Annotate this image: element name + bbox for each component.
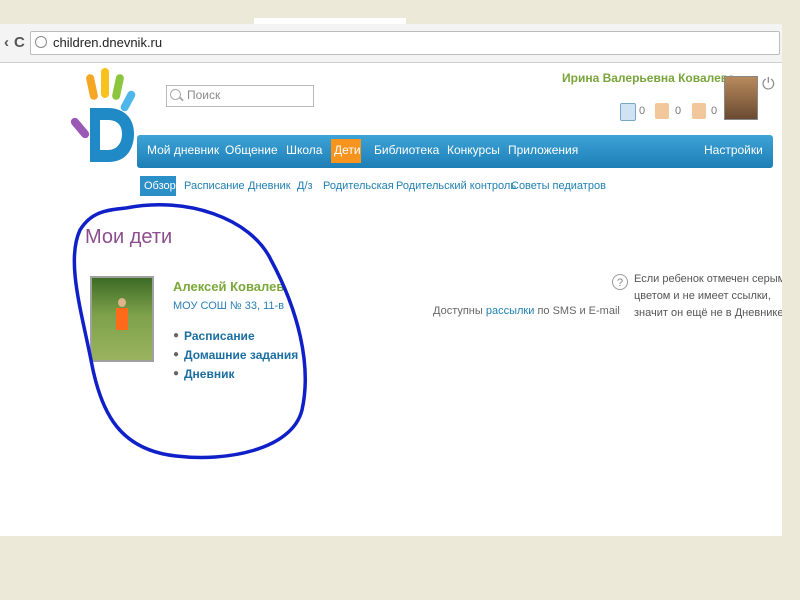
help-text-line-2: цветом и не имеет ссылки, — [634, 290, 771, 302]
subnav-item-pediatric-advice[interactable]: Советы педиатров — [511, 180, 606, 192]
person-counter: 0 — [675, 105, 682, 117]
sms-note: Доступны рассылки по SMS и E-mail — [433, 305, 620, 317]
nav-item-my-diary[interactable]: Мой дневник — [147, 143, 219, 157]
help-text-line-1: Если ребенок отмечен серым — [634, 273, 782, 285]
main-nav: Мой дневник Общение Школа Дети Библиотек… — [137, 135, 773, 168]
sms-note-prefix: Доступны — [433, 305, 483, 317]
avatar[interactable] — [724, 76, 758, 120]
user-name-link[interactable]: Ирина Валерьевна Ковалева — [562, 71, 735, 85]
annotation-circle — [72, 203, 307, 460]
friends-icon[interactable] — [692, 103, 706, 119]
nav-item-children[interactable]: Дети — [334, 143, 361, 157]
nav-item-communication[interactable]: Общение — [225, 143, 278, 157]
friends-counter: 0 — [711, 105, 718, 117]
nav-item-library[interactable]: Библиотека — [374, 143, 439, 157]
sms-subscriptions-link[interactable]: рассылки — [486, 305, 535, 317]
search-input[interactable]: Поиск — [166, 85, 314, 107]
url-field[interactable]: children.dnevnik.ru — [30, 31, 780, 55]
subnav-item-parental[interactable]: Родительская — [323, 180, 394, 192]
url-text[interactable]: children.dnevnik.ru — [53, 35, 162, 50]
search-icon-handle — [179, 96, 184, 102]
help-icon: ? — [612, 274, 628, 290]
reload-icon[interactable]: C — [14, 34, 25, 51]
search-placeholder: Поиск — [187, 88, 221, 102]
dnevnik-logo[interactable] — [70, 66, 140, 171]
mail-icon[interactable] — [620, 103, 636, 121]
subnav-item-schedule[interactable]: Расписание — [184, 180, 245, 192]
nav-item-apps[interactable]: Приложения — [508, 143, 578, 157]
mail-counter: 0 — [639, 105, 646, 117]
subnav-item-overview[interactable]: Обзор — [144, 180, 176, 192]
globe-icon — [35, 36, 47, 48]
subnav-item-parental-control[interactable]: Родительский контроль — [396, 180, 516, 192]
sms-note-suffix: по SMS и E-mail — [537, 305, 620, 317]
nav-item-settings[interactable]: Настройки — [704, 143, 763, 157]
subnav-item-diary[interactable]: Дневник — [248, 180, 291, 192]
person-icon[interactable] — [655, 103, 669, 119]
help-text-line-3: значит он ещё не в Дневнике. — [634, 307, 782, 319]
nav-item-contests[interactable]: Конкурсы — [447, 143, 500, 157]
back-icon[interactable]: ‹ — [4, 34, 9, 51]
power-icon[interactable]: ⏻ — [762, 76, 775, 94]
nav-item-school[interactable]: Школа — [286, 143, 322, 157]
address-bar-area: ‹ C children.dnevnik.ru — [0, 24, 782, 63]
subnav-item-homework[interactable]: Д/з — [297, 180, 313, 192]
